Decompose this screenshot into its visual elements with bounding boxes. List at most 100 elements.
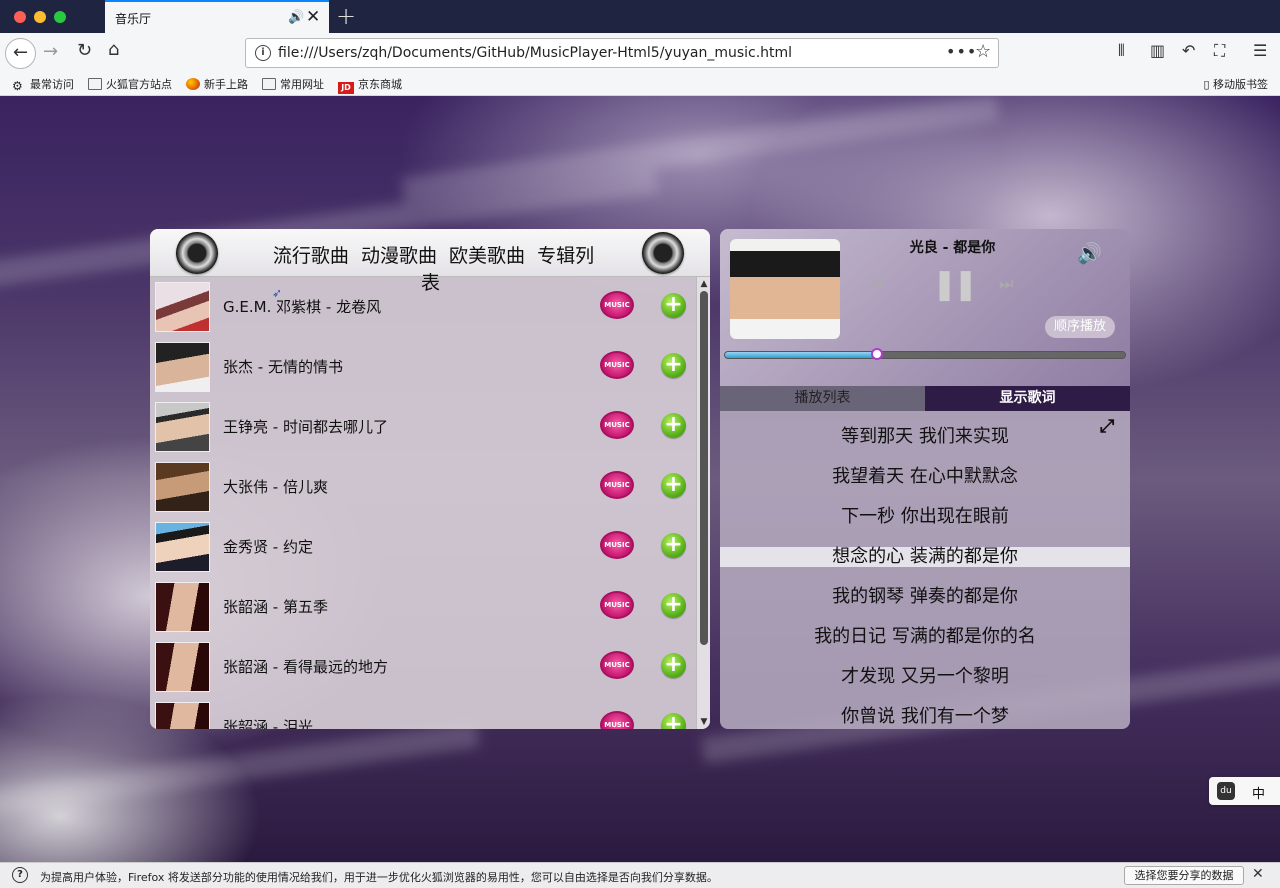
lyrics-view: 等到那天 我们来实现 我望着天 在心中默默念 下一秒 你出现在眼前 想念的心 装… [720, 411, 1130, 729]
library-icon[interactable]: ⫴ [1118, 41, 1125, 61]
player-panel: 光良 - 都是你 🔊 ⏮ ❚❚ ⏭ 顺序播放 播放列表 显示歌词 等到那天 我们… [720, 229, 1130, 729]
add-song-button[interactable]: + [661, 593, 686, 618]
song-title[interactable]: G.E.M. 邓紫棋 - 龙卷风 [223, 296, 381, 317]
reload-button[interactable]: ↻ [77, 40, 92, 61]
song-row[interactable]: 大张伟 - 倍儿爽 MUSIC + [150, 457, 696, 517]
bookmark-common-sites[interactable]: 常用网址 [262, 76, 324, 92]
artist-avatar [155, 642, 210, 692]
song-title[interactable]: 张韶涵 - 看得最远的地方 [223, 656, 388, 677]
close-tab-icon[interactable]: ✕ [306, 7, 320, 27]
url-text[interactable]: file:///Users/zqh/Documents/GitHub/Music… [278, 45, 792, 61]
bird-decoration-icon: ➶ [272, 286, 283, 300]
browser-tab[interactable]: 音乐厅 🔊 ✕ [105, 0, 329, 33]
song-title[interactable]: 大张伟 - 倍儿爽 [223, 476, 328, 497]
lyric-line: 我的钢琴 弹奏的都是你 [832, 586, 1018, 607]
music-headphone-icon[interactable]: MUSIC [600, 711, 634, 729]
help-icon: ? [12, 867, 28, 883]
song-row[interactable]: 张韶涵 - 第五季 MUSIC + [150, 577, 696, 637]
song-row[interactable]: 张韶涵 - 泪光 MUSIC + [150, 697, 696, 729]
playlist-scrollbar[interactable]: ▲ ▼ [696, 277, 710, 729]
song-row[interactable]: 王铮亮 - 时间都去哪儿了 MUSIC + [150, 397, 696, 457]
lyric-line: 我的日记 写满的都是你的名 [814, 626, 1036, 647]
lyric-line: 你曾说 我们有一个梦 [841, 706, 1009, 727]
speaker-decoration-icon [642, 232, 684, 274]
gear-icon: ⚙ [12, 79, 23, 93]
fullscreen-expand-icon[interactable]: ⤢ [1100, 416, 1114, 437]
pause-icon[interactable]: ❚❚ [932, 267, 978, 302]
previous-track-icon[interactable]: ⏮ [870, 274, 884, 294]
song-row[interactable]: 张杰 - 无情的情书 MUSIC + [150, 337, 696, 397]
add-song-button[interactable]: + [661, 533, 686, 558]
tab-title: 音乐厅 [115, 12, 152, 26]
info-icon[interactable]: i [255, 45, 271, 61]
bookmark-most-visited[interactable]: ⚙ 最常访问 [12, 76, 74, 93]
song-title[interactable]: 王铮亮 - 时间都去哪儿了 [223, 416, 388, 437]
input-mode-label: 中 [1252, 787, 1266, 802]
navigation-bar: ← → ↻ ⌂ i file:///Users/zqh/Documents/Gi… [0, 33, 1280, 73]
tab-pop[interactable]: 流行歌曲 [273, 245, 349, 267]
volume-icon[interactable]: 🔊 [1077, 241, 1102, 265]
song-title[interactable]: 张韶涵 - 泪光 [223, 716, 313, 729]
choose-data-button[interactable]: 选择您要分享的数据 [1124, 866, 1244, 885]
next-track-icon[interactable]: ⏭ [999, 274, 1013, 294]
player-tabs: 播放列表 显示歌词 [720, 386, 1130, 411]
mobile-bookmarks[interactable]: ▯ 移动版书签 [1203, 76, 1268, 92]
bookmark-firefox-site[interactable]: 火狐官方站点 [88, 76, 172, 92]
back-button[interactable]: ← [5, 38, 36, 69]
tab-anime[interactable]: 动漫歌曲 [361, 245, 437, 267]
menu-icon[interactable]: ☰ [1253, 41, 1267, 60]
close-notification-icon[interactable]: ✕ [1252, 866, 1264, 882]
music-headphone-icon[interactable]: MUSIC [600, 291, 634, 319]
song-title[interactable]: 张韶涵 - 第五季 [223, 596, 328, 617]
input-method-widget[interactable]: du 中 [1209, 777, 1280, 805]
bookmark-getting-started[interactable]: 新手上路 [186, 76, 248, 92]
music-headphone-icon[interactable]: MUSIC [600, 411, 634, 439]
add-song-button[interactable]: + [661, 413, 686, 438]
progress-handle[interactable] [871, 348, 883, 360]
screenshot-icon[interactable]: ⛶ [1214, 41, 1225, 61]
scroll-down-arrow-icon[interactable]: ▼ [697, 717, 710, 727]
title-bar: 音乐厅 🔊 ✕ + [0, 0, 1280, 33]
music-headphone-icon[interactable]: MUSIC [600, 471, 634, 499]
lyric-line: 等到那天 我们来实现 [841, 426, 1009, 447]
bookmark-star-icon[interactable]: ☆ [975, 41, 991, 62]
song-row[interactable]: G.E.M. 邓紫棋 - 龙卷风 MUSIC + [150, 277, 696, 337]
jd-logo-icon: JD [338, 82, 354, 94]
music-headphone-icon[interactable]: MUSIC [600, 591, 634, 619]
page-actions-icon[interactable]: ••• [946, 42, 977, 61]
song-title[interactable]: 金秀贤 - 约定 [223, 536, 313, 557]
close-window-button[interactable] [14, 11, 26, 23]
progress-bar[interactable] [724, 348, 1126, 360]
new-tab-button[interactable]: + [336, 2, 356, 30]
play-mode-button[interactable]: 顺序播放 [1045, 316, 1115, 338]
home-button[interactable]: ⌂ [108, 39, 119, 60]
player-controls-area: 光良 - 都是你 🔊 ⏮ ❚❚ ⏭ 顺序播放 [720, 229, 1130, 389]
add-song-button[interactable]: + [661, 473, 686, 498]
bookmark-jd[interactable]: JD 京东商城 [338, 76, 402, 94]
music-headphone-icon[interactable]: MUSIC [600, 351, 634, 379]
scrollbar-thumb[interactable] [700, 291, 708, 645]
add-song-button[interactable]: + [661, 713, 686, 729]
add-song-button[interactable]: + [661, 653, 686, 678]
add-song-button[interactable]: + [661, 353, 686, 378]
tab-western[interactable]: 欧美歌曲 [449, 245, 525, 267]
add-song-button[interactable]: + [661, 293, 686, 318]
song-row[interactable]: 金秀贤 - 约定 MUSIC + [150, 517, 696, 577]
song-title[interactable]: 张杰 - 无情的情书 [223, 356, 343, 377]
folder-icon [88, 78, 102, 90]
music-headphone-icon[interactable]: MUSIC [600, 531, 634, 559]
share-icon[interactable]: ↶ [1182, 41, 1195, 60]
scroll-up-arrow-icon[interactable]: ▲ [697, 279, 710, 289]
zoom-window-button[interactable] [54, 11, 66, 23]
tab-playlist[interactable]: 播放列表 [720, 386, 925, 411]
song-list: G.E.M. 邓紫棋 - 龙卷风 MUSIC + 张杰 - 无情的情书 MUSI… [150, 277, 696, 729]
music-headphone-icon[interactable]: MUSIC [600, 651, 634, 679]
sidebar-icon[interactable]: ▥ [1150, 41, 1165, 60]
phone-icon: ▯ [1203, 78, 1210, 91]
minimize-window-button[interactable] [34, 11, 46, 23]
speaker-icon[interactable]: 🔊 [288, 10, 304, 25]
tab-lyrics[interactable]: 显示歌词 [925, 386, 1130, 411]
url-bar[interactable]: i file:///Users/zqh/Documents/GitHub/Mus… [245, 38, 999, 68]
song-row[interactable]: 张韶涵 - 看得最远的地方 MUSIC + [150, 637, 696, 697]
forward-button[interactable]: → [43, 41, 58, 62]
